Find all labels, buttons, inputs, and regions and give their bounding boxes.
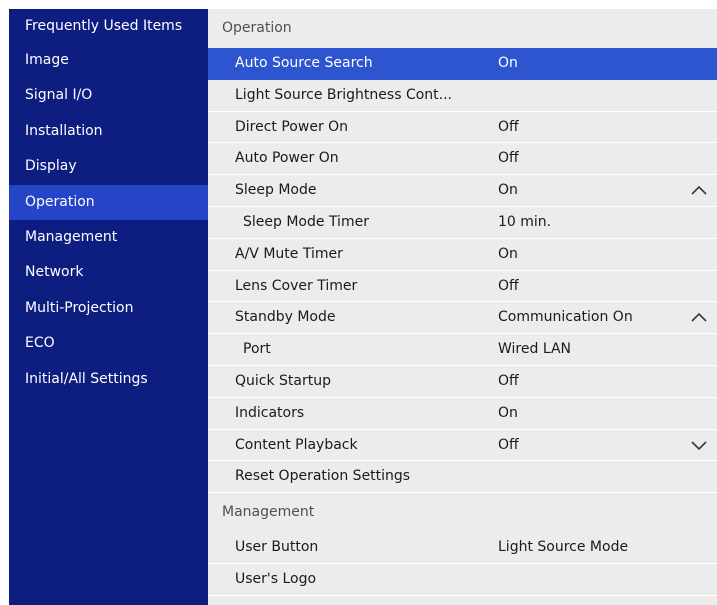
setting-label: Lens Cover Timer xyxy=(235,277,358,294)
setting-value: On xyxy=(498,245,518,262)
sidebar-item-management[interactable]: Management xyxy=(9,220,208,255)
chevron-up-icon[interactable] xyxy=(690,302,708,333)
setting-value: Light Source Mode xyxy=(498,539,629,556)
setting-label: User's Logo xyxy=(235,570,317,587)
setting-row-content-playback[interactable]: Content Playback Off xyxy=(208,430,717,462)
setting-row-auto-source-search[interactable]: Auto Source Search On xyxy=(208,48,717,80)
setting-row-sleep-mode[interactable]: Sleep Mode On xyxy=(208,175,717,207)
settings-panel: Operation Auto Source Search On Light So… xyxy=(208,9,717,605)
setting-label: Content Playback xyxy=(235,436,358,453)
sidebar-item-frequently-used-items[interactable]: Frequently Used Items xyxy=(9,9,208,43)
setting-label: Indicators xyxy=(235,404,305,421)
setting-row-reset-operation-settings[interactable]: Reset Operation Settings xyxy=(208,461,717,494)
setting-value: On xyxy=(498,55,518,71)
setting-row-quick-startup[interactable]: Quick Startup Off xyxy=(208,366,717,398)
setting-row-direct-power-on[interactable]: Direct Power On Off xyxy=(208,112,717,144)
sidebar-item-multi-projection[interactable]: Multi-Projection xyxy=(9,291,208,326)
section-header-management: Management xyxy=(208,493,717,533)
setting-row-sleep-mode-timer[interactable]: Sleep Mode Timer 10 min. xyxy=(208,207,717,239)
setting-value: Communication On xyxy=(498,309,633,326)
setting-row-av-mute-timer[interactable]: A/V Mute Timer On xyxy=(208,239,717,271)
setting-row-standby-mode[interactable]: Standby Mode Communication On xyxy=(208,302,717,335)
sidebar-item-network[interactable]: Network xyxy=(9,255,208,290)
setting-value: 10 min. xyxy=(498,213,552,230)
setting-value: On xyxy=(498,404,518,421)
sidebar-item-display[interactable]: Display xyxy=(9,149,208,184)
setting-row-users-logo[interactable]: User's Logo xyxy=(208,564,717,596)
sidebar-item-operation[interactable]: Operation xyxy=(9,184,208,220)
setting-value: Wired LAN xyxy=(498,341,571,358)
section-header-operation: Operation xyxy=(208,9,717,48)
setting-row-light-source-brightness[interactable]: Light Source Brightness Cont... xyxy=(208,80,717,112)
setting-row-auto-power-on[interactable]: Auto Power On Off xyxy=(208,143,717,176)
setting-row-port[interactable]: Port Wired LAN xyxy=(208,334,717,366)
sidebar-item-signal-io[interactable]: Signal I/O xyxy=(9,78,208,113)
setting-label: A/V Mute Timer xyxy=(235,245,343,262)
setting-label: Direct Power On xyxy=(235,118,349,135)
setting-value: Off xyxy=(498,150,519,167)
setting-label: Light Source Brightness Cont... xyxy=(235,86,452,103)
sidebar-item-installation[interactable]: Installation xyxy=(9,114,208,149)
setting-label: Port xyxy=(243,341,271,358)
sidebar-item-image[interactable]: Image xyxy=(9,43,208,78)
setting-label: Standby Mode xyxy=(235,309,336,326)
setting-value: Off xyxy=(498,436,519,453)
settings-menu: Frequently Used Items Image Signal I/O I… xyxy=(9,9,717,605)
setting-row-user-button[interactable]: User Button Light Source Mode xyxy=(208,532,717,564)
setting-value: Off xyxy=(498,372,519,389)
setting-value: Off xyxy=(498,118,519,135)
chevron-up-icon[interactable] xyxy=(690,175,708,206)
setting-label: User Button xyxy=(235,539,319,556)
setting-row-lens-cover-timer[interactable]: Lens Cover Timer Off xyxy=(208,271,717,303)
sidebar-item-eco[interactable]: ECO xyxy=(9,326,208,361)
sidebar-item-initial-all-settings[interactable]: Initial/All Settings xyxy=(9,362,208,397)
setting-label: Quick Startup xyxy=(235,372,331,389)
setting-value: Off xyxy=(498,277,519,294)
setting-label: Sleep Mode xyxy=(235,182,317,199)
setting-value: On xyxy=(498,182,518,199)
setting-label: Auto Source Search xyxy=(235,55,373,71)
setting-label: Reset Operation Settings xyxy=(235,468,411,485)
sidebar-menu: Frequently Used Items Image Signal I/O I… xyxy=(9,9,208,605)
setting-label: Auto Power On xyxy=(235,150,339,167)
setting-label: Sleep Mode Timer xyxy=(243,213,369,230)
setting-row-indicators[interactable]: Indicators On xyxy=(208,398,717,430)
chevron-down-icon[interactable] xyxy=(690,430,708,461)
